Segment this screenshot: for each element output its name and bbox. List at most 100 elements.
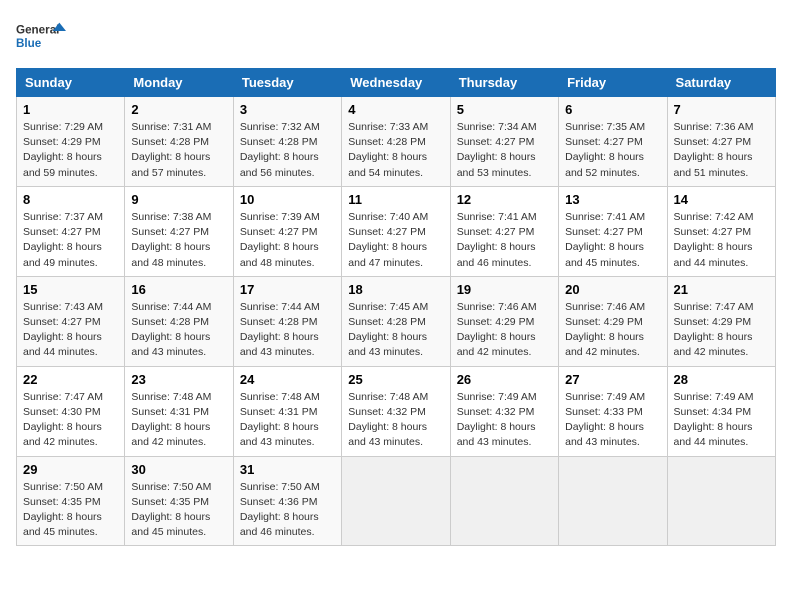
calendar-day-cell: 27 Sunrise: 7:49 AM Sunset: 4:33 PM Dayl… xyxy=(559,366,667,456)
sunrise-label: Sunrise: 7:47 AM xyxy=(23,391,103,403)
day-info: Sunrise: 7:50 AM Sunset: 4:35 PM Dayligh… xyxy=(131,480,226,541)
sunrise-label: Sunrise: 7:35 AM xyxy=(565,121,645,133)
day-of-week-header: Friday xyxy=(559,69,667,97)
day-info: Sunrise: 7:34 AM Sunset: 4:27 PM Dayligh… xyxy=(457,120,552,181)
day-info: Sunrise: 7:29 AM Sunset: 4:29 PM Dayligh… xyxy=(23,120,118,181)
day-of-week-header: Monday xyxy=(125,69,233,97)
day-number: 19 xyxy=(457,282,552,297)
sunset-label: Sunset: 4:28 PM xyxy=(348,316,426,328)
day-number: 26 xyxy=(457,372,552,387)
day-info: Sunrise: 7:40 AM Sunset: 4:27 PM Dayligh… xyxy=(348,210,443,271)
day-info: Sunrise: 7:39 AM Sunset: 4:27 PM Dayligh… xyxy=(240,210,335,271)
calendar-day-cell: 11 Sunrise: 7:40 AM Sunset: 4:27 PM Dayl… xyxy=(342,186,450,276)
day-number: 21 xyxy=(674,282,769,297)
daylight-label: Daylight: 8 hours and 43 minutes. xyxy=(240,421,319,448)
day-number: 15 xyxy=(23,282,118,297)
sunset-label: Sunset: 4:27 PM xyxy=(348,226,426,238)
calendar-table: SundayMondayTuesdayWednesdayThursdayFrid… xyxy=(16,68,776,546)
sunrise-label: Sunrise: 7:48 AM xyxy=(348,391,428,403)
day-info: Sunrise: 7:49 AM Sunset: 4:32 PM Dayligh… xyxy=(457,390,552,451)
day-number: 16 xyxy=(131,282,226,297)
day-number: 27 xyxy=(565,372,660,387)
daylight-label: Daylight: 8 hours and 42 minutes. xyxy=(457,331,536,358)
sunset-label: Sunset: 4:32 PM xyxy=(348,406,426,418)
sunrise-label: Sunrise: 7:44 AM xyxy=(240,301,320,313)
day-number: 7 xyxy=(674,102,769,117)
sunset-label: Sunset: 4:31 PM xyxy=(131,406,209,418)
day-number: 11 xyxy=(348,192,443,207)
calendar-week-row: 22 Sunrise: 7:47 AM Sunset: 4:30 PM Dayl… xyxy=(17,366,776,456)
daylight-label: Daylight: 8 hours and 43 minutes. xyxy=(457,421,536,448)
daylight-label: Daylight: 8 hours and 59 minutes. xyxy=(23,151,102,178)
calendar-day-cell: 15 Sunrise: 7:43 AM Sunset: 4:27 PM Dayl… xyxy=(17,276,125,366)
calendar-day-cell xyxy=(342,456,450,546)
sunrise-label: Sunrise: 7:37 AM xyxy=(23,211,103,223)
sunset-label: Sunset: 4:29 PM xyxy=(23,136,101,148)
sunrise-label: Sunrise: 7:50 AM xyxy=(23,481,103,493)
sunrise-label: Sunrise: 7:36 AM xyxy=(674,121,754,133)
sunrise-label: Sunrise: 7:49 AM xyxy=(674,391,754,403)
day-number: 10 xyxy=(240,192,335,207)
sunset-label: Sunset: 4:30 PM xyxy=(23,406,101,418)
sunset-label: Sunset: 4:28 PM xyxy=(131,136,209,148)
sunset-label: Sunset: 4:27 PM xyxy=(674,226,752,238)
day-info: Sunrise: 7:36 AM Sunset: 4:27 PM Dayligh… xyxy=(674,120,769,181)
calendar-week-row: 8 Sunrise: 7:37 AM Sunset: 4:27 PM Dayli… xyxy=(17,186,776,276)
sunset-label: Sunset: 4:33 PM xyxy=(565,406,643,418)
daylight-label: Daylight: 8 hours and 46 minutes. xyxy=(240,511,319,538)
sunrise-label: Sunrise: 7:46 AM xyxy=(565,301,645,313)
day-number: 3 xyxy=(240,102,335,117)
day-info: Sunrise: 7:47 AM Sunset: 4:30 PM Dayligh… xyxy=(23,390,118,451)
daylight-label: Daylight: 8 hours and 42 minutes. xyxy=(565,331,644,358)
day-number: 5 xyxy=(457,102,552,117)
daylight-label: Daylight: 8 hours and 44 minutes. xyxy=(23,331,102,358)
sunrise-label: Sunrise: 7:45 AM xyxy=(348,301,428,313)
calendar-day-cell: 24 Sunrise: 7:48 AM Sunset: 4:31 PM Dayl… xyxy=(233,366,341,456)
calendar-week-row: 1 Sunrise: 7:29 AM Sunset: 4:29 PM Dayli… xyxy=(17,97,776,187)
day-number: 22 xyxy=(23,372,118,387)
day-number: 31 xyxy=(240,462,335,477)
daylight-label: Daylight: 8 hours and 48 minutes. xyxy=(240,241,319,268)
daylight-label: Daylight: 8 hours and 47 minutes. xyxy=(348,241,427,268)
day-number: 8 xyxy=(23,192,118,207)
sunset-label: Sunset: 4:28 PM xyxy=(131,316,209,328)
day-info: Sunrise: 7:41 AM Sunset: 4:27 PM Dayligh… xyxy=(565,210,660,271)
daylight-label: Daylight: 8 hours and 45 minutes. xyxy=(131,511,210,538)
sunrise-label: Sunrise: 7:41 AM xyxy=(565,211,645,223)
day-number: 2 xyxy=(131,102,226,117)
sunrise-label: Sunrise: 7:34 AM xyxy=(457,121,537,133)
sunrise-label: Sunrise: 7:43 AM xyxy=(23,301,103,313)
day-info: Sunrise: 7:31 AM Sunset: 4:28 PM Dayligh… xyxy=(131,120,226,181)
sunrise-label: Sunrise: 7:44 AM xyxy=(131,301,211,313)
day-number: 25 xyxy=(348,372,443,387)
sunrise-label: Sunrise: 7:48 AM xyxy=(131,391,211,403)
daylight-label: Daylight: 8 hours and 48 minutes. xyxy=(131,241,210,268)
sunset-label: Sunset: 4:27 PM xyxy=(240,226,318,238)
calendar-day-cell xyxy=(450,456,558,546)
day-of-week-header: Thursday xyxy=(450,69,558,97)
sunset-label: Sunset: 4:27 PM xyxy=(674,136,752,148)
day-number: 23 xyxy=(131,372,226,387)
sunrise-label: Sunrise: 7:49 AM xyxy=(457,391,537,403)
calendar-day-cell xyxy=(667,456,775,546)
daylight-label: Daylight: 8 hours and 52 minutes. xyxy=(565,151,644,178)
calendar-day-cell: 7 Sunrise: 7:36 AM Sunset: 4:27 PM Dayli… xyxy=(667,97,775,187)
sunrise-label: Sunrise: 7:32 AM xyxy=(240,121,320,133)
sunrise-label: Sunrise: 7:29 AM xyxy=(23,121,103,133)
daylight-label: Daylight: 8 hours and 42 minutes. xyxy=(23,421,102,448)
sunset-label: Sunset: 4:27 PM xyxy=(457,226,535,238)
daylight-label: Daylight: 8 hours and 45 minutes. xyxy=(565,241,644,268)
day-number: 6 xyxy=(565,102,660,117)
calendar-day-cell xyxy=(559,456,667,546)
calendar-day-cell: 23 Sunrise: 7:48 AM Sunset: 4:31 PM Dayl… xyxy=(125,366,233,456)
sunset-label: Sunset: 4:27 PM xyxy=(565,226,643,238)
sunrise-label: Sunrise: 7:50 AM xyxy=(240,481,320,493)
svg-text:Blue: Blue xyxy=(16,37,42,50)
day-info: Sunrise: 7:46 AM Sunset: 4:29 PM Dayligh… xyxy=(565,300,660,361)
calendar-day-cell: 5 Sunrise: 7:34 AM Sunset: 4:27 PM Dayli… xyxy=(450,97,558,187)
calendar-day-cell: 29 Sunrise: 7:50 AM Sunset: 4:35 PM Dayl… xyxy=(17,456,125,546)
svg-text:General: General xyxy=(16,24,59,37)
calendar-header-row: SundayMondayTuesdayWednesdayThursdayFrid… xyxy=(17,69,776,97)
calendar-week-row: 29 Sunrise: 7:50 AM Sunset: 4:35 PM Dayl… xyxy=(17,456,776,546)
day-number: 4 xyxy=(348,102,443,117)
